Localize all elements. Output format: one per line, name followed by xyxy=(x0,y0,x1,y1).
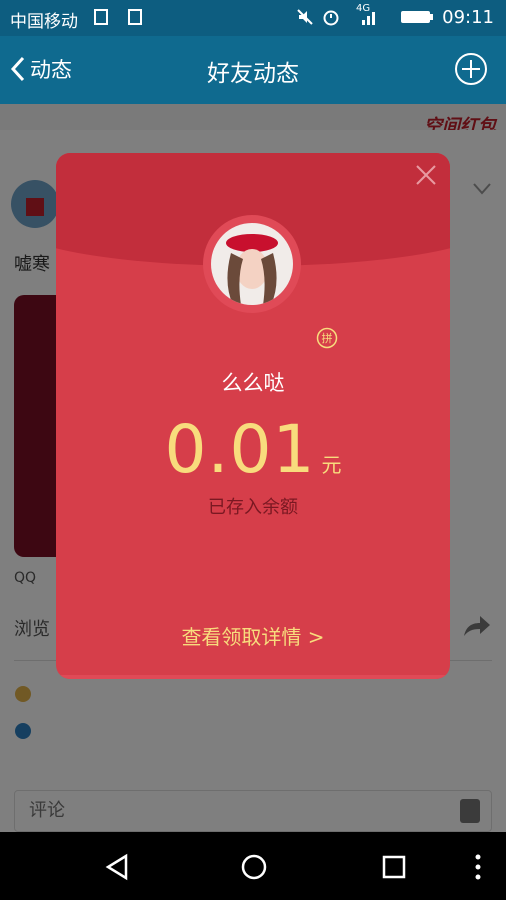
sim-icon xyxy=(94,9,108,25)
mute-icon xyxy=(297,9,313,25)
clock: 09:11 xyxy=(442,7,494,28)
envelope-bottom-edge xyxy=(56,675,450,679)
nav-bar: 动态 好友动态 xyxy=(0,36,506,104)
system-nav-bar xyxy=(0,832,506,900)
view-details-link[interactable]: 查看领取详情 > xyxy=(56,621,450,650)
pin-badge: 拼 xyxy=(316,327,338,349)
amount-unit: 元 xyxy=(321,453,342,477)
battery-icon xyxy=(401,11,433,23)
notification-icon xyxy=(128,9,142,25)
red-packet-dialog: 拼 么么哒 0.01 元 已存入余额 查看领取详情 > xyxy=(56,153,450,679)
carrier-label: 中国移动 xyxy=(10,12,78,32)
sender-name: 么么哒 xyxy=(221,371,285,395)
recents-square-icon[interactable] xyxy=(379,852,409,882)
amount: 0.01 xyxy=(164,411,316,488)
status-bar: 中国移动 4G 09:11 xyxy=(0,0,506,36)
more-vertical-icon[interactable] xyxy=(463,852,493,882)
back-triangle-icon[interactable] xyxy=(102,852,132,882)
add-button-icon[interactable] xyxy=(454,52,488,86)
sender-avatar[interactable] xyxy=(211,223,293,305)
amount-row: 0.01 元 xyxy=(56,411,450,488)
home-circle-icon[interactable] xyxy=(239,852,269,882)
page-title: 好友动态 xyxy=(207,61,299,87)
status-text: 已存入余额 xyxy=(208,497,298,518)
close-icon[interactable] xyxy=(414,163,438,187)
alarm-icon xyxy=(323,10,339,26)
signal-icon xyxy=(362,12,375,25)
pin-badge-label: 拼 xyxy=(322,331,333,345)
